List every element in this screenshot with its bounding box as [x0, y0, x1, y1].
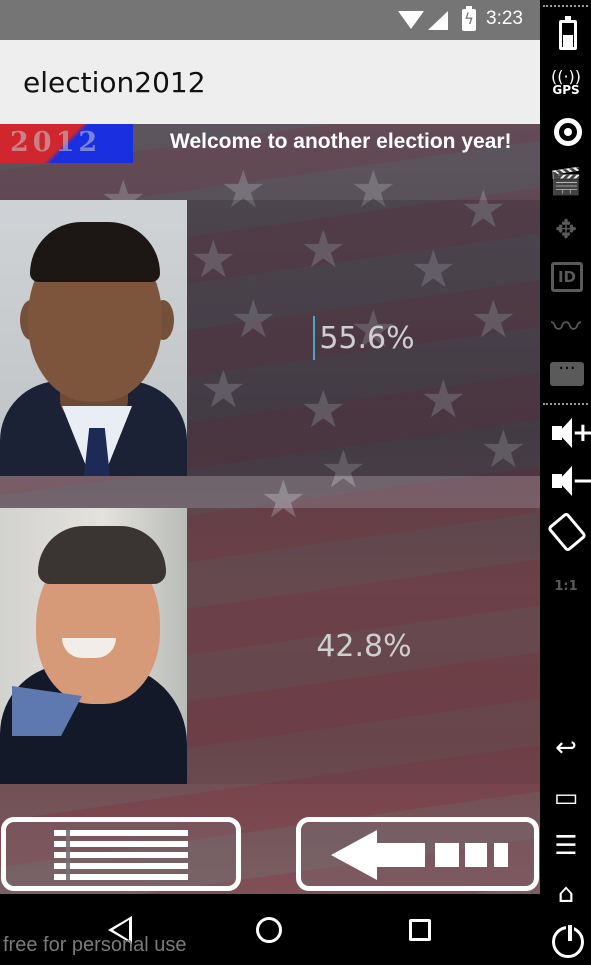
- battery-charging-icon: [462, 6, 476, 31]
- emulator-home-button[interactable]: ⌂: [546, 876, 586, 912]
- scale-button[interactable]: 1:1: [546, 564, 586, 600]
- emulator-back-button[interactable]: ↩: [546, 730, 586, 766]
- rotate-device-icon: [546, 511, 588, 553]
- text-cursor: [313, 316, 316, 360]
- wifi-icon: [398, 11, 424, 29]
- bottom-button-bar: [0, 814, 540, 894]
- action-bar: election2012: [0, 40, 540, 124]
- volume-up-button[interactable]: +: [546, 418, 591, 454]
- candidate-row-2: 42.8%: [0, 508, 540, 784]
- phone-screen: 3:23 election2012 ★★ ★★ ★★ ★★ ★★ ★★ ★★ ★…: [0, 0, 540, 965]
- gps-tool-button[interactable]: ((·)) GPS: [546, 67, 586, 106]
- id-label: ID: [557, 268, 577, 286]
- status-clock: 3:23: [486, 8, 523, 29]
- candidate-2-percentage: 42.8%: [316, 628, 412, 664]
- emulator-toolbar: ((·)) GPS 🎬 ✥ ID 〰 ··· + − 1:1 ↩ ▭ ☰ ⌂: [540, 0, 591, 965]
- toolbar-divider: [543, 5, 588, 7]
- clapperboard-icon: 🎬: [549, 167, 583, 197]
- home-circle-icon: [256, 917, 282, 943]
- status-bar: 3:23: [0, 0, 540, 40]
- candidate-2-photo: [0, 508, 187, 784]
- gps-signal-icon: ((·)): [550, 67, 582, 86]
- row-divider: [0, 476, 540, 508]
- volume-up-icon: [552, 418, 572, 448]
- battery-tool-button[interactable]: [546, 16, 586, 54]
- emulator-menu-button[interactable]: ☰: [546, 828, 586, 864]
- battery-icon: [559, 16, 577, 50]
- rss-tool-button[interactable]: 〰: [546, 310, 586, 346]
- volume-down-icon: [552, 466, 572, 496]
- list-icon: [54, 830, 188, 880]
- home-icon: ⌂: [557, 879, 575, 909]
- emulator-recents-button[interactable]: ▭: [546, 780, 586, 816]
- header-banner: 2012 Welcome to another election year!: [0, 124, 540, 200]
- candidate-2-percentage-field[interactable]: 42.8%: [188, 508, 540, 784]
- logo-text: 2012: [10, 127, 102, 158]
- power-button[interactable]: [546, 923, 586, 960]
- candidate-1-percentage: 55.6%: [319, 320, 415, 356]
- nav-home-button[interactable]: [249, 910, 289, 950]
- welcome-text: Welcome to another election year!: [170, 130, 512, 153]
- candidate-row-1: 55.6%: [0, 200, 540, 476]
- signal-icon: [428, 11, 448, 30]
- back-arrow-icon: ↩: [555, 733, 577, 763]
- candidate-1-photo: [0, 200, 187, 476]
- rss-feed-icon: 〰: [551, 310, 581, 345]
- rotate-button[interactable]: [546, 511, 588, 553]
- back-arrow-button[interactable]: [296, 817, 539, 891]
- video-tool-button[interactable]: 🎬: [546, 164, 586, 200]
- election-2012-logo: 2012: [0, 124, 133, 163]
- webcam-icon: [554, 118, 582, 146]
- main-content: ★★ ★★ ★★ ★★ ★★ ★★ ★★ ★★ 2012 Welcome to …: [0, 124, 540, 894]
- toolbar-divider: [543, 403, 588, 405]
- recents-square-icon: [409, 919, 431, 941]
- camera-tool-button[interactable]: [546, 116, 586, 152]
- volume-down-button[interactable]: −: [546, 466, 591, 502]
- nav-recents-button[interactable]: [400, 910, 440, 950]
- menu-icon: ☰: [554, 831, 578, 861]
- dpad-tool-button[interactable]: ✥: [546, 212, 586, 248]
- scale-1-1-icon: 1:1: [554, 579, 578, 594]
- chat-bubble-icon: ···: [550, 360, 584, 386]
- candidate-1-percentage-field[interactable]: 55.6%: [188, 200, 540, 476]
- power-icon: [552, 923, 584, 958]
- recent-apps-icon: ▭: [553, 783, 579, 813]
- back-arrow-icon: [331, 830, 511, 880]
- dpad-icon: ✥: [555, 215, 577, 245]
- id-card-icon: ID: [551, 262, 583, 292]
- watermark-text: free for personal use: [3, 934, 187, 956]
- sms-tool-button[interactable]: ···: [546, 358, 586, 394]
- navigation-bar: free for personal use: [0, 894, 540, 965]
- id-tool-button[interactable]: ID: [546, 260, 586, 296]
- app-title: election2012: [23, 66, 206, 99]
- list-button[interactable]: [1, 817, 241, 891]
